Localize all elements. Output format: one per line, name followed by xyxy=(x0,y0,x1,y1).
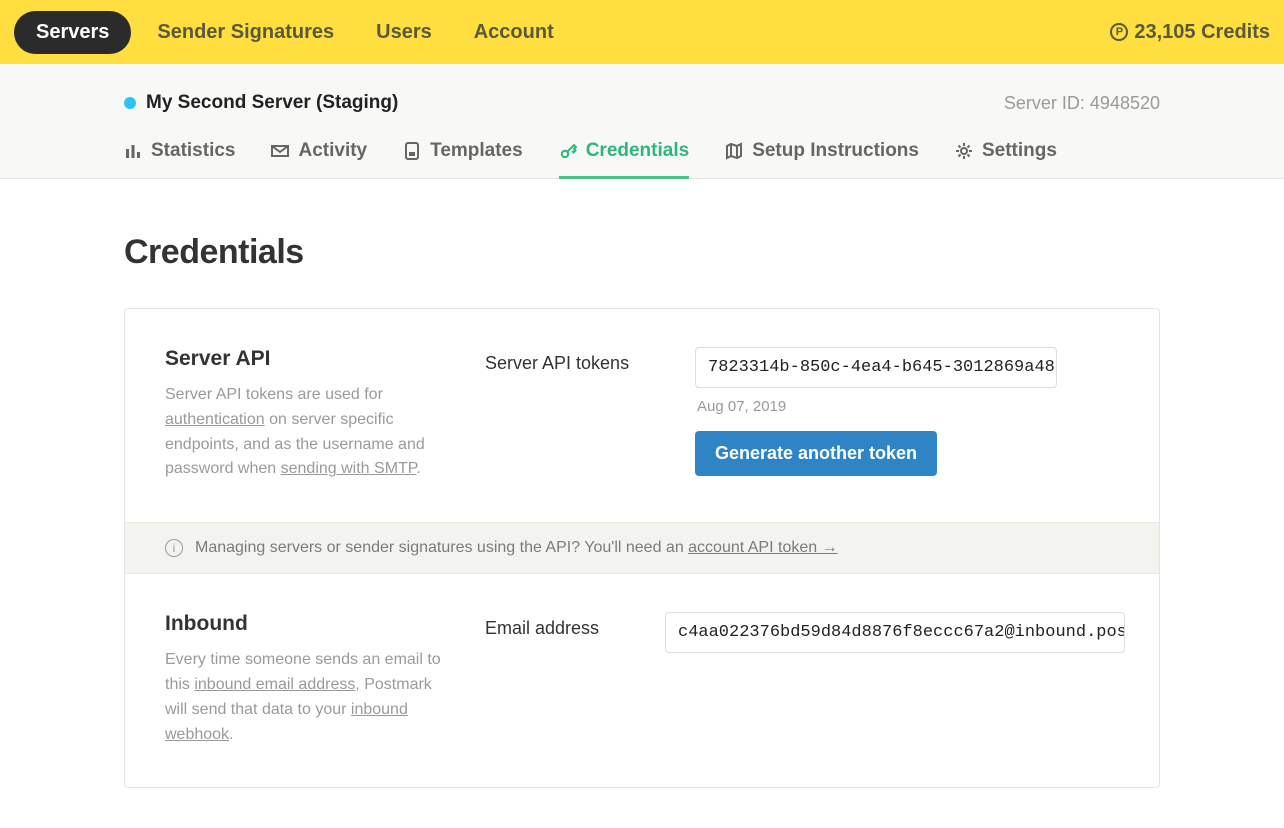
tab-label: Settings xyxy=(982,140,1057,162)
page-title: Credentials xyxy=(124,233,1160,272)
nav-servers[interactable]: Servers xyxy=(14,11,131,54)
subheader: My Second Server (Staging) Server ID: 49… xyxy=(0,64,1284,179)
account-api-token-link[interactable]: account API token → xyxy=(688,539,837,556)
gear-icon xyxy=(955,142,973,160)
server-api-heading: Server API xyxy=(165,347,455,371)
nav-users[interactable]: Users xyxy=(376,21,432,44)
tab-label: Credentials xyxy=(586,140,689,162)
bar-chart-icon xyxy=(124,142,142,160)
server-id: Server ID: 4948520 xyxy=(1004,93,1160,114)
account-api-notice: i Managing servers or sender signatures … xyxy=(125,522,1159,574)
inbound-heading: Inbound xyxy=(165,612,455,636)
key-icon xyxy=(559,142,577,160)
credits-indicator[interactable]: P 23,105 Credits xyxy=(1110,21,1270,44)
tab-setup-instructions[interactable]: Setup Instructions xyxy=(725,134,919,178)
server-api-section: Server API Server API tokens are used fo… xyxy=(125,309,1159,522)
tab-settings[interactable]: Settings xyxy=(955,134,1057,178)
tab-label: Activity xyxy=(298,140,367,162)
nav-sender-signatures[interactable]: Sender Signatures xyxy=(157,21,334,44)
server-status-dot-icon xyxy=(124,97,136,109)
nav-account[interactable]: Account xyxy=(474,21,554,44)
inbound-email-label: Email address xyxy=(485,612,635,747)
info-icon: i xyxy=(165,539,183,557)
tab-templates[interactable]: Templates xyxy=(403,134,523,178)
server-tabs: Statistics Activity Templates Credential… xyxy=(124,134,1160,178)
generate-another-token-button[interactable]: Generate another token xyxy=(695,431,937,476)
server-name: My Second Server (Staging) xyxy=(124,92,398,114)
tab-label: Templates xyxy=(430,140,523,162)
server-api-token-field[interactable]: 7823314b-850c-4ea4-b645-3012869a48c2 xyxy=(695,347,1057,388)
sending-with-smtp-link[interactable]: sending with SMTP xyxy=(281,460,417,477)
tab-label: Statistics xyxy=(151,140,235,162)
credentials-card: Server API Server API tokens are used fo… xyxy=(124,308,1160,788)
document-icon xyxy=(403,142,421,160)
inbound-description: Every time someone sends an email to thi… xyxy=(165,648,455,747)
server-api-token-date: Aug 07, 2019 xyxy=(697,398,1119,415)
inbound-email-address-link[interactable]: inbound email address xyxy=(194,676,355,693)
tab-label: Setup Instructions xyxy=(752,140,919,162)
notice-text: Managing servers or sender signatures us… xyxy=(195,539,688,556)
tab-credentials[interactable]: Credentials xyxy=(559,134,689,178)
credits-label: 23,105 Credits xyxy=(1134,21,1270,44)
tab-statistics[interactable]: Statistics xyxy=(124,134,235,178)
server-name-text: My Second Server (Staging) xyxy=(146,92,398,114)
tab-activity[interactable]: Activity xyxy=(271,134,367,178)
server-api-description: Server API tokens are used for authentic… xyxy=(165,383,455,482)
mail-icon xyxy=(271,142,289,160)
coin-icon: P xyxy=(1110,23,1128,41)
inbound-email-field[interactable]: c4aa022376bd59d84d8876f8eccc67a2@inbound… xyxy=(665,612,1125,653)
server-api-tokens-label: Server API tokens xyxy=(485,347,665,482)
authentication-link[interactable]: authentication xyxy=(165,411,265,428)
inbound-section: Inbound Every time someone sends an emai… xyxy=(125,574,1159,787)
top-navbar: Servers Sender Signatures Users Account … xyxy=(0,0,1284,64)
map-icon xyxy=(725,142,743,160)
